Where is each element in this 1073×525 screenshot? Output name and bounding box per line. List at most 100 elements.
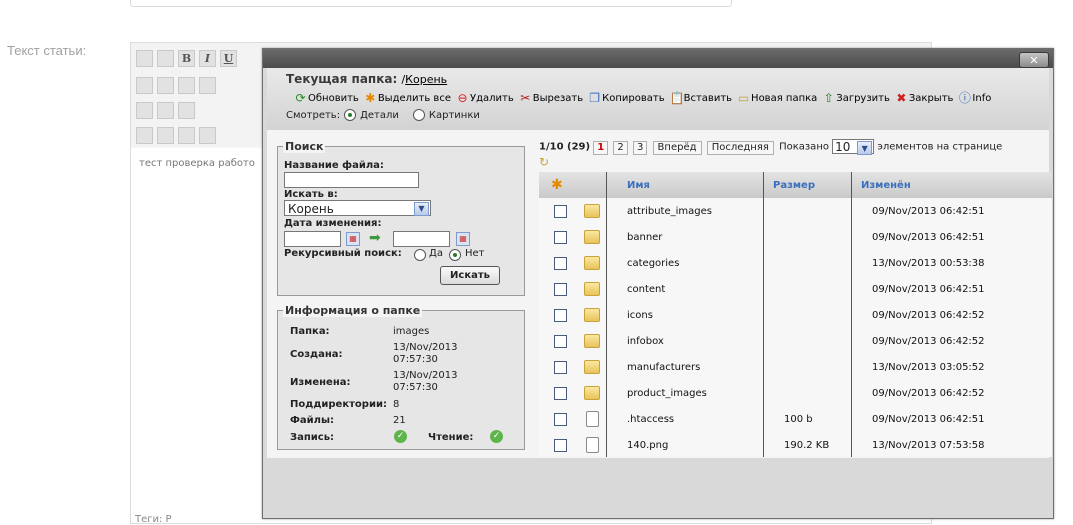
table-row[interactable]: attribute_images 09/Nov/2013 06:42:51 bbox=[539, 199, 1052, 225]
action-close-x-button[interactable]: ✖ Закрыть bbox=[895, 92, 953, 105]
file-name[interactable]: 140.png bbox=[627, 440, 668, 451]
previous-field bbox=[130, 0, 732, 7]
recursive-no-label[interactable]: Нет bbox=[465, 248, 485, 259]
table-row[interactable]: .htaccess 100 b 09/Nov/2013 06:42:51 bbox=[539, 407, 1052, 433]
last-page-button[interactable]: Последняя bbox=[706, 140, 774, 155]
italic-button[interactable]: I bbox=[199, 49, 216, 67]
row-checkbox[interactable] bbox=[554, 309, 567, 322]
select-all-icon[interactable]: ✱ bbox=[551, 177, 563, 193]
row-checkbox[interactable] bbox=[554, 283, 567, 296]
page-3-button[interactable]: 3 bbox=[632, 140, 648, 155]
row-checkbox[interactable] bbox=[554, 387, 567, 400]
date-to-input[interactable] bbox=[393, 231, 450, 247]
page-1-button[interactable]: 1 bbox=[593, 140, 609, 155]
current-folder-link[interactable]: Корень bbox=[405, 73, 447, 86]
file-name[interactable]: manufacturers bbox=[627, 362, 700, 373]
file-name[interactable]: categories bbox=[627, 258, 679, 269]
row-checkbox[interactable] bbox=[554, 257, 567, 270]
form-icon[interactable] bbox=[178, 101, 195, 119]
editor-text: тест проверка работо bbox=[139, 158, 255, 169]
row-checkbox[interactable] bbox=[554, 231, 567, 244]
calendar-icon[interactable]: ▦ bbox=[456, 232, 470, 246]
column-modified-header[interactable]: Изменён bbox=[861, 180, 911, 191]
file-name[interactable]: banner bbox=[627, 232, 662, 243]
filename-input[interactable] bbox=[284, 172, 419, 188]
new-doc-icon[interactable] bbox=[157, 49, 174, 67]
table-row[interactable]: content 09/Nov/2013 06:42:51 bbox=[539, 277, 1052, 303]
view-thumbnails-radio[interactable] bbox=[412, 109, 425, 121]
action-new-folder-button[interactable]: ▭ Новая папка bbox=[737, 92, 817, 105]
chevron-down-icon[interactable]: ▼ bbox=[414, 202, 429, 216]
search-button[interactable]: Искать bbox=[440, 266, 500, 285]
row-checkbox[interactable] bbox=[554, 361, 567, 374]
table-icon[interactable] bbox=[157, 101, 174, 119]
page-2-button[interactable]: 2 bbox=[613, 140, 628, 155]
column-name-header[interactable]: Имя bbox=[627, 180, 650, 191]
select-icon[interactable] bbox=[136, 126, 153, 144]
view-details-radio[interactable] bbox=[344, 109, 357, 121]
table-row[interactable]: 140.png 190.2 KB 13/Nov/2013 07:53:58 bbox=[539, 433, 1052, 459]
folder-value: images bbox=[393, 326, 430, 337]
file-name[interactable]: content bbox=[627, 284, 665, 295]
table-row[interactable]: infobox 09/Nov/2013 06:42:52 bbox=[539, 329, 1052, 355]
row-checkbox[interactable] bbox=[554, 205, 567, 218]
info-icon: ⓘ bbox=[958, 91, 971, 105]
action-info-button[interactable]: ⓘ Info bbox=[958, 92, 991, 105]
view-details-label[interactable]: Детали bbox=[360, 110, 399, 121]
pager: 1/10 (29) 1 2 3 Вперёд Последняя Показан… bbox=[539, 139, 1009, 169]
table-row[interactable]: categories 13/Nov/2013 00:53:38 bbox=[539, 251, 1052, 277]
row-checkbox[interactable] bbox=[554, 439, 567, 452]
subdirs-value: 8 bbox=[393, 399, 400, 410]
cut-icon[interactable] bbox=[136, 76, 153, 94]
file-name[interactable]: .htaccess bbox=[627, 414, 674, 425]
action-cut-button[interactable]: ✂ Вырезать bbox=[519, 92, 583, 105]
next-page-button[interactable]: Вперёд bbox=[652, 140, 702, 155]
bold-button[interactable]: B bbox=[178, 49, 195, 67]
view-thumbnails-label[interactable]: Картинки bbox=[429, 110, 480, 121]
go-arrow-icon[interactable]: ↻ bbox=[539, 155, 549, 169]
search-in-select[interactable]: Корень ▼ bbox=[284, 200, 431, 216]
edit-icon[interactable] bbox=[136, 101, 153, 119]
copy-icon[interactable] bbox=[157, 76, 174, 94]
file-name[interactable]: product_images bbox=[627, 388, 707, 399]
layer-icon[interactable] bbox=[157, 126, 174, 144]
date-from-input[interactable] bbox=[284, 231, 341, 247]
action-paste-button[interactable]: 📋 Вставить bbox=[670, 92, 732, 105]
save-icon[interactable] bbox=[136, 49, 153, 67]
row-checkbox[interactable] bbox=[554, 335, 567, 348]
per-page-select[interactable]: 10 ▼ bbox=[832, 139, 875, 155]
folder-icon bbox=[584, 282, 600, 296]
read-ok-icon: ✓ bbox=[490, 430, 503, 443]
action-label: Вырезать bbox=[532, 93, 584, 104]
dialog-close-button[interactable]: ✕ bbox=[1019, 52, 1049, 68]
action-upload-button[interactable]: ⇧ Загрузить bbox=[822, 92, 890, 105]
file-name[interactable]: icons bbox=[627, 310, 653, 321]
anchor-icon[interactable] bbox=[178, 126, 195, 144]
recursive-yes-label[interactable]: Да bbox=[429, 248, 443, 259]
underline-button[interactable]: U bbox=[220, 49, 237, 67]
row-checkbox[interactable] bbox=[554, 413, 567, 426]
style-icon[interactable] bbox=[199, 126, 216, 144]
paste-text-icon[interactable] bbox=[199, 76, 216, 94]
action-label: Info bbox=[972, 93, 992, 104]
recursive-yes-radio[interactable] bbox=[414, 249, 426, 261]
action-delete-button[interactable]: ⊖ Удалить bbox=[456, 92, 513, 105]
action-copy-button[interactable]: ❐ Копировать bbox=[588, 92, 664, 105]
file-manager-dialog: ✕ Текущая папка: /Корень ⟳ Обновить ✱ Выдел… bbox=[262, 48, 1054, 519]
chevron-down-icon[interactable]: ▼ bbox=[857, 141, 873, 155]
column-size-header[interactable]: Размер bbox=[773, 180, 815, 191]
table-row[interactable]: manufacturers 13/Nov/2013 03:05:52 bbox=[539, 355, 1052, 381]
table-row[interactable]: banner 09/Nov/2013 06:42:51 bbox=[539, 225, 1052, 251]
file-name[interactable]: attribute_images bbox=[627, 206, 712, 217]
cut-icon: ✂ bbox=[520, 91, 531, 105]
modified-date: 13/Nov/2013 bbox=[393, 370, 458, 381]
action-refresh-button[interactable]: ⟳ Обновить bbox=[294, 92, 358, 105]
paste-icon[interactable] bbox=[178, 76, 195, 94]
file-name[interactable]: infobox bbox=[627, 336, 664, 347]
recursive-no-radio[interactable] bbox=[449, 249, 461, 261]
action-select-all-button[interactable]: ✱ Выделить все bbox=[364, 92, 451, 105]
dialog-titlebar[interactable]: ✕ bbox=[263, 49, 1053, 68]
calendar-icon[interactable]: ▦ bbox=[346, 232, 360, 246]
table-row[interactable]: product_images 09/Nov/2013 06:42:52 bbox=[539, 381, 1052, 407]
table-row[interactable]: icons 09/Nov/2013 06:42:52 bbox=[539, 303, 1052, 329]
